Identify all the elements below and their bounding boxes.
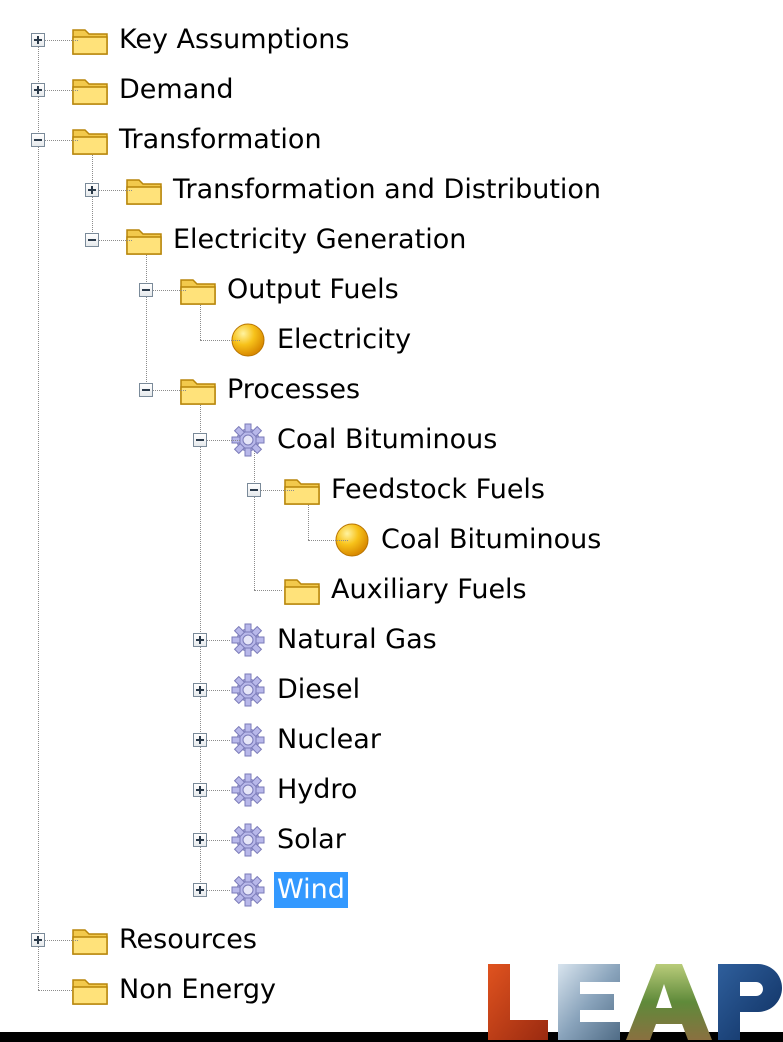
tree-item-key-assumptions[interactable]: Key Assumptions bbox=[0, 17, 352, 63]
leap-window: Key Assumptions Demand Transformation Tr… bbox=[0, 0, 783, 1042]
folder-icon bbox=[72, 979, 108, 1005]
tree-item-feedstock-fuels[interactable]: Feedstock Fuels bbox=[0, 467, 548, 513]
tree-item-label: Coal Bituminous bbox=[277, 424, 498, 455]
tree-item-label: Processes bbox=[227, 374, 361, 405]
tree-item-label: Demand bbox=[119, 74, 234, 105]
tree-item-electricity-generation[interactable]: Electricity Generation bbox=[0, 217, 469, 263]
tree-item-solar[interactable]: Solar bbox=[0, 817, 349, 863]
expand-toggle[interactable] bbox=[31, 933, 45, 947]
tree-item-hydro[interactable]: Hydro bbox=[0, 767, 360, 813]
tree-item-output-fuels[interactable]: Output Fuels bbox=[0, 267, 402, 313]
collapse-toggle[interactable] bbox=[247, 483, 261, 497]
tree-item-label: Coal Bituminous bbox=[381, 524, 602, 555]
gear-icon bbox=[231, 723, 265, 757]
tree-item-processes[interactable]: Processes bbox=[0, 367, 363, 413]
tree-item-label: Solar bbox=[277, 824, 346, 855]
tree-item-label: Electricity bbox=[277, 324, 412, 355]
expand-toggle[interactable] bbox=[193, 783, 207, 797]
tree-item-label: Auxiliary Fuels bbox=[331, 574, 527, 605]
gear-icon bbox=[231, 623, 265, 657]
tree-item-label: Electricity Generation bbox=[173, 224, 467, 255]
tree-item-label: Non Energy bbox=[119, 974, 276, 1005]
expand-toggle[interactable] bbox=[193, 633, 207, 647]
gear-icon bbox=[231, 773, 265, 807]
expand-toggle[interactable] bbox=[31, 83, 45, 97]
expand-toggle[interactable] bbox=[31, 33, 45, 47]
tree-item-coal-bituminous-fuel[interactable]: Coal Bituminous bbox=[0, 517, 604, 563]
gear-icon bbox=[231, 673, 265, 707]
tree-item-label: Diesel bbox=[277, 674, 361, 705]
expand-toggle[interactable] bbox=[193, 833, 207, 847]
tree-item-label: Hydro bbox=[277, 774, 358, 805]
collapse-toggle[interactable] bbox=[139, 383, 153, 397]
tree-item-transformation[interactable]: Transformation bbox=[0, 117, 325, 163]
tree-item-natural-gas[interactable]: Natural Gas bbox=[0, 617, 440, 663]
tree-item-coal-bituminous-process[interactable]: Coal Bituminous bbox=[0, 417, 500, 463]
tree-panel: Key Assumptions Demand Transformation Tr… bbox=[0, 0, 783, 1032]
tree-item-label: Feedstock Fuels bbox=[331, 474, 545, 505]
expand-toggle[interactable] bbox=[193, 733, 207, 747]
tree-item-wind[interactable]: Wind bbox=[0, 867, 348, 913]
tree-item-label: Resources bbox=[119, 924, 257, 955]
tree-item-resources[interactable]: Resources bbox=[0, 917, 260, 963]
collapse-toggle[interactable] bbox=[31, 133, 45, 147]
gear-icon bbox=[231, 823, 265, 857]
tree-item-diesel[interactable]: Diesel bbox=[0, 667, 363, 713]
gear-icon bbox=[231, 873, 265, 907]
expand-toggle[interactable] bbox=[85, 183, 99, 197]
collapse-toggle[interactable] bbox=[193, 433, 207, 447]
tree-item-label: Transformation bbox=[119, 124, 322, 155]
leap-logo bbox=[488, 964, 782, 1040]
tree-item-nuclear[interactable]: Nuclear bbox=[0, 717, 384, 763]
tree-item-label: Wind bbox=[274, 872, 348, 908]
tree-item-electricity[interactable]: Electricity bbox=[0, 317, 414, 363]
tree-item-auxiliary-fuels[interactable]: Auxiliary Fuels bbox=[0, 567, 530, 613]
collapse-toggle[interactable] bbox=[85, 233, 99, 247]
folder-icon bbox=[284, 579, 320, 605]
tree-item-label: Output Fuels bbox=[227, 274, 399, 305]
tree-item-label: Nuclear bbox=[277, 724, 381, 755]
expand-toggle[interactable] bbox=[193, 683, 207, 697]
tree-item-label: Transformation and Distribution bbox=[173, 174, 602, 205]
tree-item-label: Natural Gas bbox=[277, 624, 437, 655]
tree-item-non-energy[interactable]: Non Energy bbox=[0, 967, 279, 1013]
expand-toggle[interactable] bbox=[193, 883, 207, 897]
tree-item-demand[interactable]: Demand bbox=[0, 67, 237, 113]
tree-item-transformation-and-distribution[interactable]: Transformation and Distribution bbox=[0, 167, 604, 213]
collapse-toggle[interactable] bbox=[139, 283, 153, 297]
tree-item-label: Key Assumptions bbox=[119, 24, 350, 55]
